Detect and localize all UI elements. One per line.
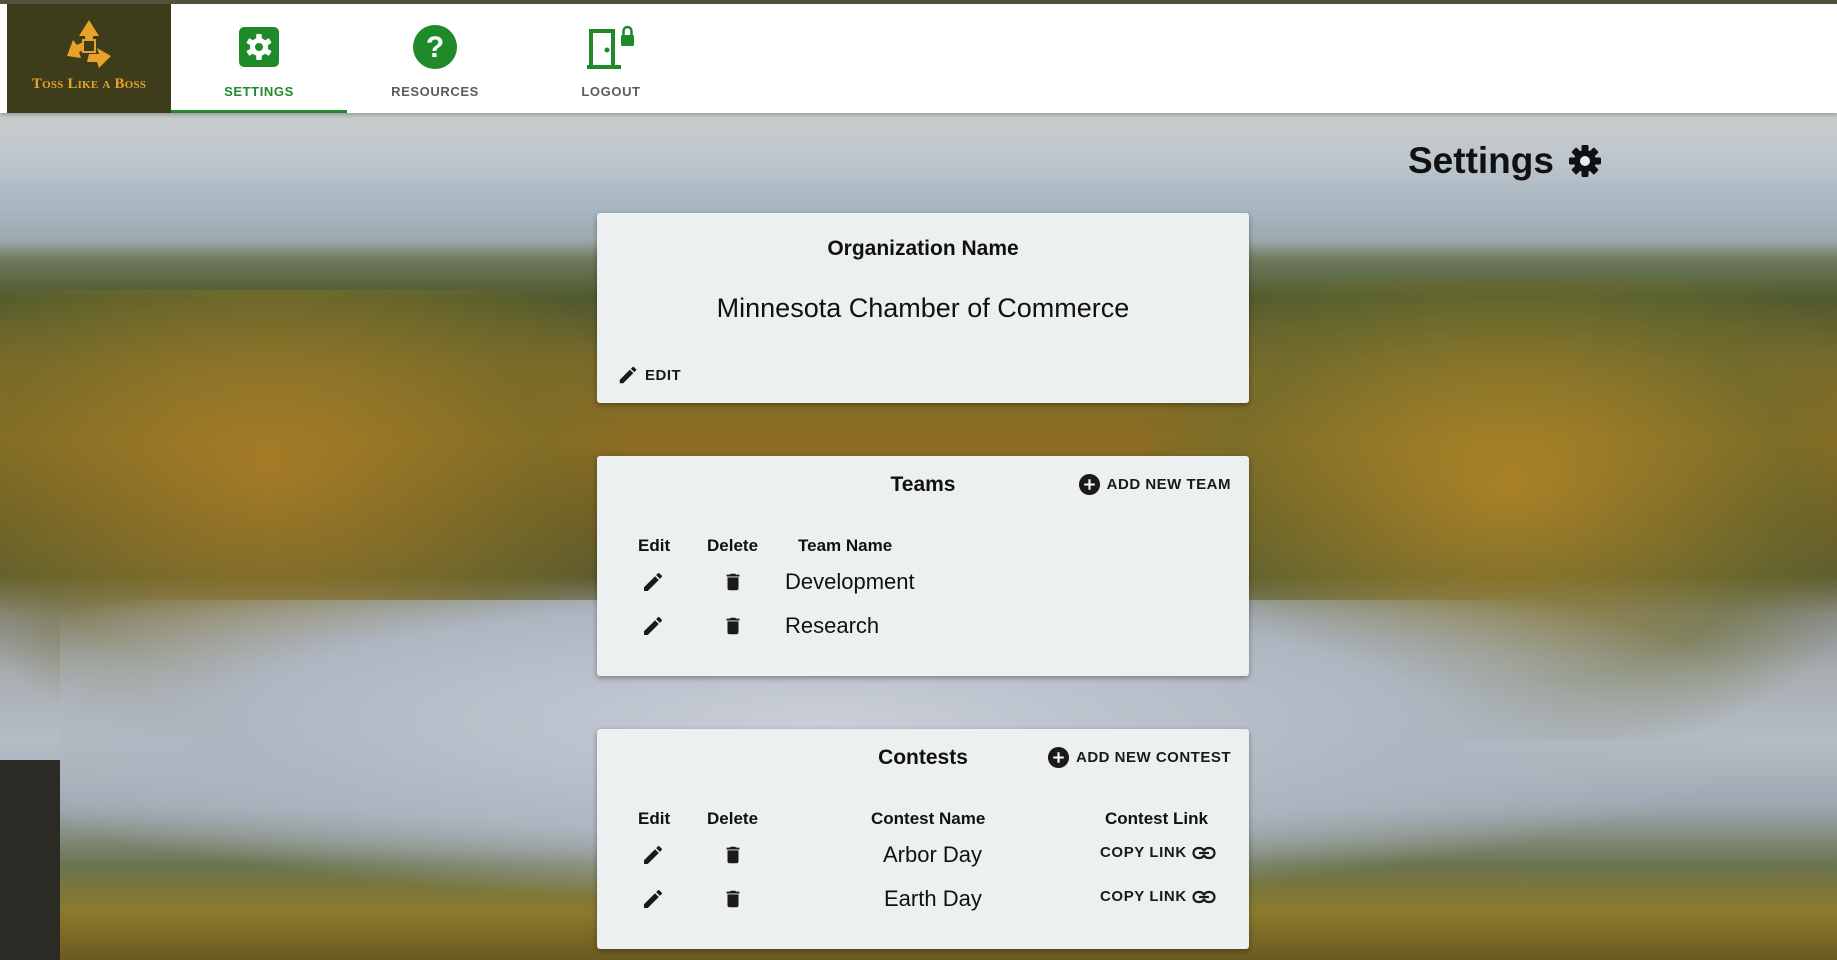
page-title: Settings bbox=[1408, 140, 1554, 181]
add-new-contest-button[interactable]: ADD NEW CONTEST bbox=[1047, 746, 1231, 769]
recycle-logo-icon bbox=[67, 20, 111, 68]
contests-column-delete: Delete bbox=[707, 809, 759, 828]
contests-column-name: Contest Name bbox=[871, 809, 986, 828]
trash-icon bbox=[726, 617, 740, 635]
team-name: Research bbox=[785, 613, 880, 638]
delete-team-button[interactable] bbox=[719, 612, 747, 640]
top-nav-bar: Toss Like a Boss SETTINGS ? RESOURCES LO… bbox=[0, 0, 1837, 113]
tab-resources[interactable]: ? RESOURCES bbox=[347, 4, 523, 113]
tab-resources-label: RESOURCES bbox=[391, 84, 479, 99]
organization-card: Organization Name Minnesota Chamber of C… bbox=[597, 213, 1249, 403]
contest-name: Arbor Day bbox=[883, 842, 983, 867]
page-heading: Settings bbox=[1408, 140, 1602, 182]
organization-heading: Organization Name bbox=[827, 237, 1019, 260]
edit-contest-button[interactable] bbox=[639, 885, 667, 913]
trash-icon bbox=[726, 890, 740, 908]
link-icon bbox=[1192, 846, 1216, 859]
help-circle-icon: ? bbox=[412, 23, 458, 71]
copy-link-label: COPY LINK bbox=[1100, 888, 1187, 905]
trash-icon bbox=[726, 573, 740, 591]
trash-icon bbox=[726, 846, 740, 864]
contests-column-edit: Edit bbox=[638, 809, 671, 828]
organization-name: Minnesota Chamber of Commerce bbox=[716, 293, 1130, 323]
pencil-icon bbox=[619, 366, 637, 384]
teams-column-name: Team Name bbox=[798, 536, 893, 555]
edit-organization-button[interactable]: EDIT bbox=[617, 364, 681, 386]
logo-text: Toss Like a Boss bbox=[31, 76, 147, 92]
copy-contest-link-button[interactable]: COPY LINK bbox=[1100, 888, 1216, 905]
delete-team-button[interactable] bbox=[719, 568, 747, 596]
pencil-icon bbox=[644, 889, 663, 908]
team-name: Development bbox=[785, 569, 915, 594]
add-new-contest-label: ADD NEW CONTEST bbox=[1076, 749, 1231, 766]
delete-contest-button[interactable] bbox=[719, 841, 747, 869]
tab-settings-label: SETTINGS bbox=[224, 84, 294, 99]
add-new-team-button[interactable]: ADD NEW TEAM bbox=[1078, 473, 1231, 496]
gear-box-icon bbox=[238, 23, 280, 71]
edit-team-button[interactable] bbox=[639, 612, 667, 640]
edit-contest-button[interactable] bbox=[639, 841, 667, 869]
teams-column-delete: Delete bbox=[707, 536, 759, 555]
tab-logout[interactable]: LOGOUT bbox=[523, 4, 699, 113]
door-lock-icon bbox=[587, 23, 635, 71]
edit-team-button[interactable] bbox=[639, 568, 667, 596]
add-circle-icon bbox=[1047, 746, 1070, 769]
app-logo[interactable]: Toss Like a Boss bbox=[7, 4, 171, 113]
edit-organization-label: EDIT bbox=[645, 366, 682, 384]
add-new-team-label: ADD NEW TEAM bbox=[1106, 476, 1231, 493]
delete-contest-button[interactable] bbox=[719, 885, 747, 913]
pencil-icon bbox=[644, 572, 663, 591]
teams-card: Teams ADD NEW TEAM Edit Delete Team Name… bbox=[597, 456, 1249, 676]
svg-text:?: ? bbox=[426, 31, 444, 64]
teams-column-edit: Edit bbox=[638, 536, 671, 555]
copy-link-label: COPY LINK bbox=[1100, 844, 1187, 861]
tab-settings[interactable]: SETTINGS bbox=[171, 4, 347, 113]
contest-name: Earth Day bbox=[884, 886, 982, 911]
gear-icon bbox=[1568, 145, 1601, 177]
add-circle-icon bbox=[1078, 473, 1100, 496]
contests-column-link: Contest Link bbox=[1105, 809, 1208, 828]
link-icon bbox=[1192, 890, 1216, 903]
background-rock bbox=[0, 760, 60, 960]
tab-logout-label: LOGOUT bbox=[581, 84, 641, 99]
pencil-icon bbox=[644, 616, 663, 635]
contests-card: Contests ADD NEW CONTEST Edit Delete Con… bbox=[597, 729, 1249, 949]
copy-contest-link-button[interactable]: COPY LINK bbox=[1100, 844, 1216, 861]
pencil-icon bbox=[644, 845, 663, 864]
